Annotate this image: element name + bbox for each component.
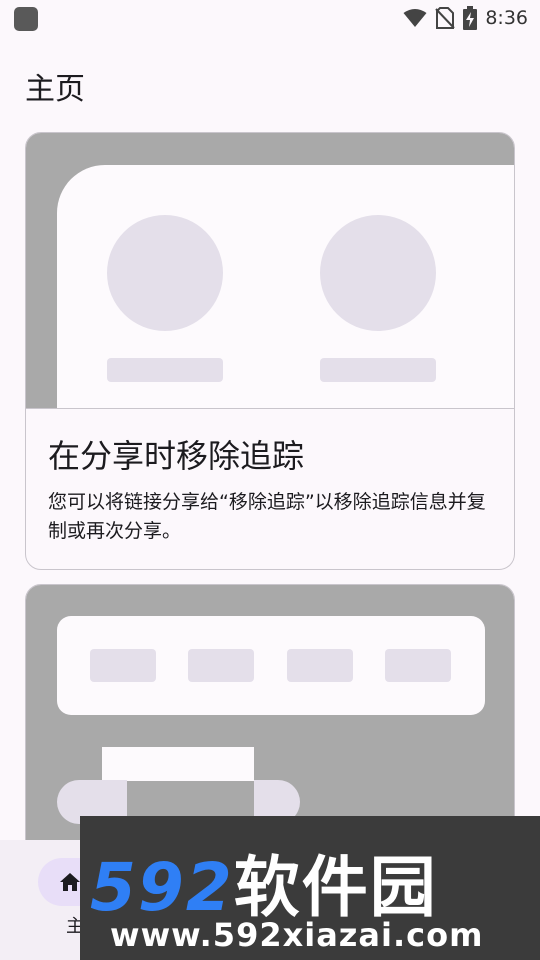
no-sim-icon <box>435 7 456 29</box>
card-description: 您可以将链接分享给“移除追踪”以移除追踪信息并复制或再次分享。 <box>48 491 486 542</box>
status-time: 8:36 <box>485 7 528 29</box>
illustration-avatar <box>320 215 436 331</box>
illustration-avatar <box>107 215 223 331</box>
watermark-logo-text: 软件园 <box>233 849 438 926</box>
illustration-share-sheet <box>57 165 514 408</box>
battery-charging-icon <box>463 6 478 30</box>
illustration-chip-panel <box>57 616 485 715</box>
illustration-chip <box>188 649 254 682</box>
watermark-logo-number: 592 <box>90 849 234 926</box>
status-icons: 8:36 <box>403 5 528 31</box>
home-icon <box>60 873 80 891</box>
status-bar: 8:36 <box>0 0 540 36</box>
illustration-block <box>102 747 254 781</box>
illustration-name-bar <box>320 358 436 382</box>
illustration-chip <box>385 649 451 682</box>
watermark-url: www.592xiazai.com <box>110 916 484 954</box>
feature-card-remove-tracking[interactable]: 在分享时移除追踪 您可以将链接分享给“移除追踪”以移除追踪信息并复制或再次分享。 <box>25 132 515 570</box>
illustration-name-bar <box>107 358 223 382</box>
app-notification-icon <box>14 7 38 31</box>
illustration-chip <box>90 649 156 682</box>
card-title: 在分享时移除追踪 <box>48 437 305 475</box>
page-title: 主页 <box>25 72 85 107</box>
share-sheet-illustration <box>26 133 514 409</box>
watermark-overlay: 592软件园 www.592xiazai.com <box>80 816 540 960</box>
wifi-icon <box>403 9 427 27</box>
illustration-chip <box>287 649 353 682</box>
